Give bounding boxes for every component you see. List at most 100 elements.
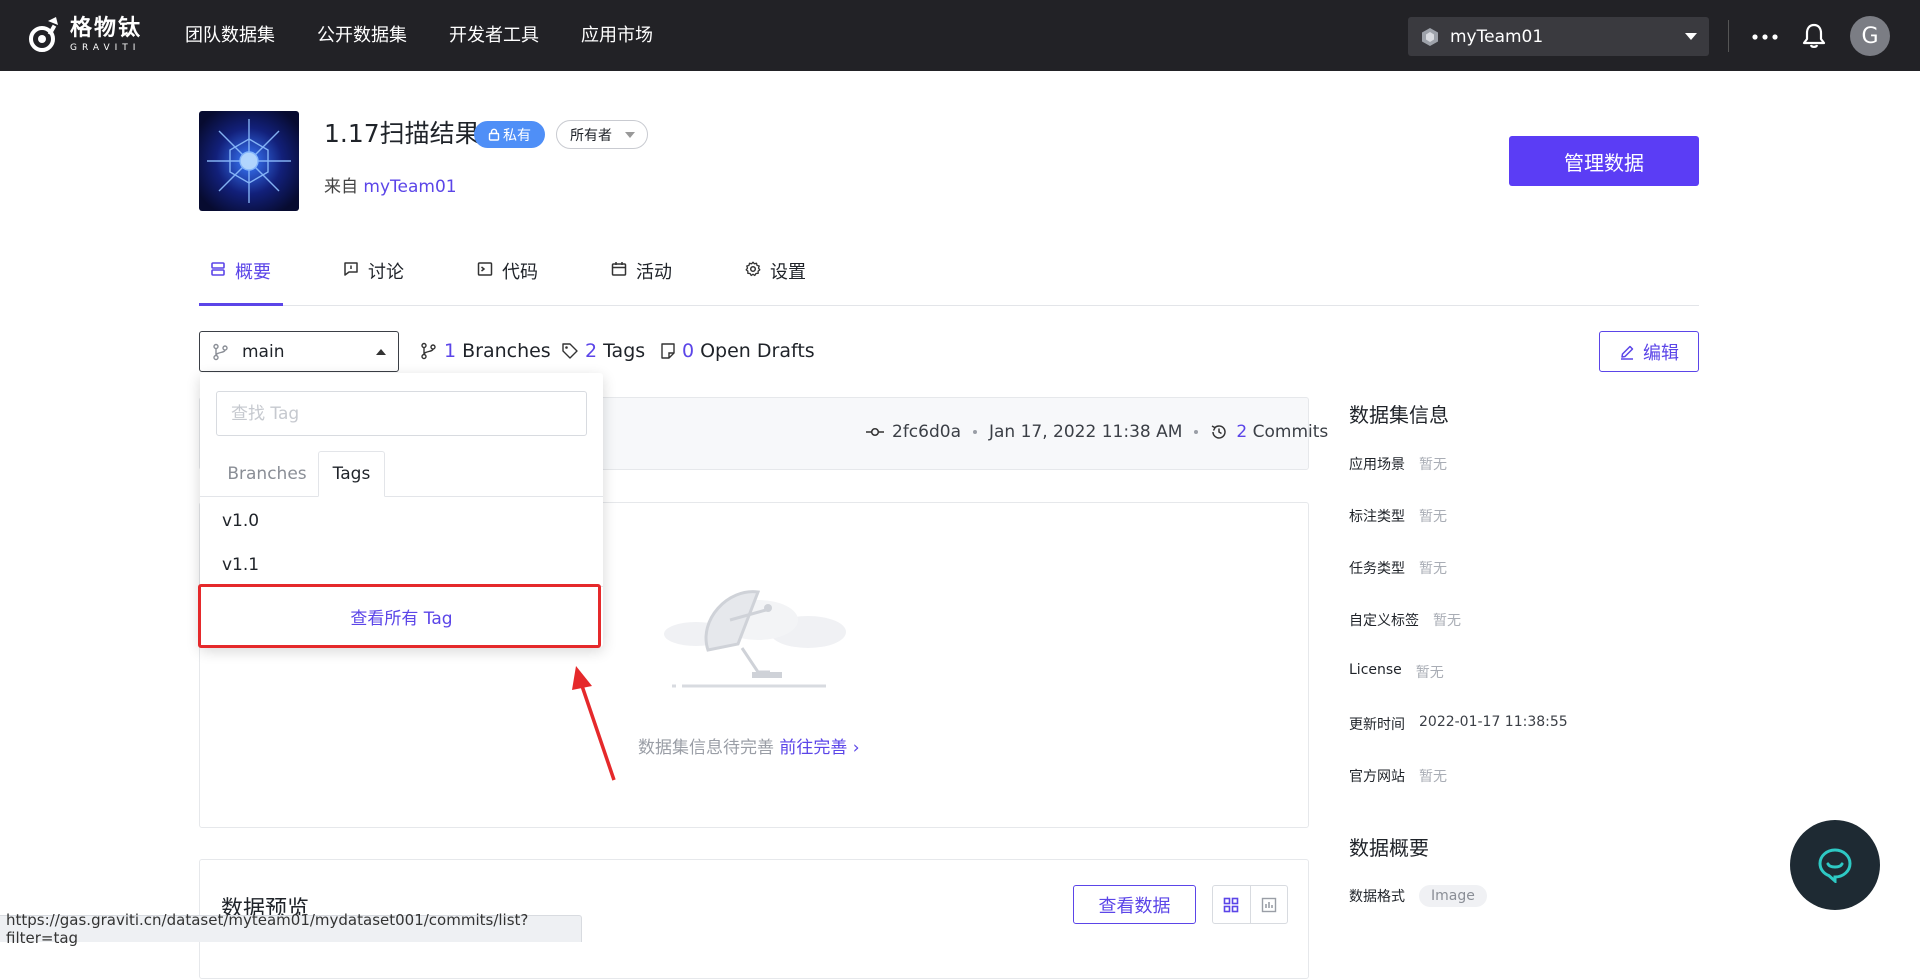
- dataset-info-title: 数据集信息: [1349, 403, 1449, 427]
- info-value: 暂无: [1419, 457, 1447, 473]
- team-selector[interactable]: myTeam01: [1408, 17, 1709, 56]
- dataset-title: 1.17扫描结果: [324, 119, 480, 148]
- avatar[interactable]: G: [1850, 16, 1890, 56]
- complete-info-link[interactable]: 前往完善 ›: [779, 738, 859, 758]
- tab-discussion[interactable]: 讨论: [343, 258, 404, 306]
- history-icon: [1212, 425, 1227, 439]
- annotation-arrow: [572, 666, 616, 781]
- info-row-task-type: 任务类型 暂无: [1349, 558, 1447, 578]
- commits-count: 2: [1236, 422, 1248, 442]
- info-value: 暂无: [1419, 561, 1447, 577]
- tab-activity[interactable]: 活动: [611, 258, 672, 306]
- info-key: 标注类型: [1349, 509, 1405, 525]
- info-row-annotation-type: 标注类型 暂无: [1349, 506, 1447, 526]
- team-selector-value: myTeam01: [1450, 26, 1544, 47]
- active-tab-indicator: [199, 303, 283, 306]
- privacy-badge-label: 私有: [503, 127, 531, 144]
- more-icon[interactable]: [1752, 34, 1778, 40]
- tab-settings[interactable]: 设置: [745, 258, 806, 306]
- owner-filter-label: 所有者: [570, 127, 612, 144]
- empty-state-text: 数据集信息待完善: [638, 738, 774, 758]
- chevron-down-icon: [625, 132, 635, 138]
- tab-code[interactable]: 代码: [477, 258, 538, 306]
- draft-icon: [661, 343, 675, 359]
- tabs-divider: [199, 305, 1699, 306]
- info-value: 暂无: [1419, 769, 1447, 785]
- commit-date: Jan 17, 2022 11:38 AM: [989, 422, 1183, 442]
- overview-icon: [211, 262, 225, 276]
- separator-dot: [1194, 430, 1199, 434]
- dataset-cover-image: [199, 111, 299, 211]
- tab-code-label: 代码: [502, 262, 538, 283]
- grid-view-button[interactable]: [1213, 886, 1250, 923]
- chat-support-button[interactable]: [1790, 820, 1880, 910]
- dataset-source: 来自 myTeam01: [324, 172, 457, 197]
- empty-state-message: 数据集信息待完善 前往完善 ›: [638, 733, 860, 758]
- dataset-source-team-link[interactable]: myTeam01: [363, 177, 456, 197]
- annotation-highlight-box: [198, 584, 601, 648]
- edit-button[interactable]: 编辑: [1599, 331, 1699, 372]
- branches-count: 1: [444, 340, 457, 362]
- tab-settings-label: 设置: [770, 262, 806, 283]
- tag-search-input[interactable]: [216, 391, 587, 436]
- info-row-updated-time: 更新时间 2022-01-17 11:38:55: [1349, 714, 1568, 734]
- grid-icon: [1224, 897, 1239, 912]
- info-row-website: 官方网站 暂无: [1349, 766, 1447, 786]
- dropdown-tab-branches[interactable]: Branches: [216, 451, 318, 497]
- nav-team-datasets[interactable]: 团队数据集: [185, 24, 275, 48]
- latest-commit-info: 2fc6d0a Jan 17, 2022 11:38 AM 2 Commits: [866, 422, 1328, 442]
- navbar-divider: [1728, 20, 1729, 52]
- bell-icon[interactable]: [1800, 22, 1828, 50]
- tag-item-v1-0[interactable]: v1.0: [222, 511, 259, 531]
- info-value: 暂无: [1419, 509, 1447, 525]
- branch-icon: [421, 342, 436, 360]
- nav-public-datasets[interactable]: 公开数据集: [317, 24, 407, 48]
- info-key: License: [1349, 662, 1402, 678]
- info-value: 暂无: [1433, 613, 1461, 629]
- drafts-label: Open Drafts: [700, 340, 815, 362]
- manage-data-button[interactable]: 管理数据: [1509, 136, 1699, 186]
- nav-developer-tools[interactable]: 开发者工具: [449, 24, 539, 48]
- info-row-license: License 暂无: [1349, 662, 1444, 682]
- info-key: 更新时间: [1349, 717, 1405, 733]
- info-key: 任务类型: [1349, 561, 1405, 577]
- info-key: 自定义标签: [1349, 613, 1419, 629]
- chart-view-button[interactable]: [1249, 886, 1287, 923]
- branches-link[interactable]: 1 Branches: [420, 340, 551, 362]
- brand-name-en: GRAVITI: [70, 43, 141, 53]
- graviti-logo[interactable]: 格物钛 GRAVITI: [28, 14, 168, 56]
- branch-selector[interactable]: main: [199, 331, 399, 372]
- browser-status-url: https://gas.graviti.cn/dataset/myteam01/…: [0, 911, 582, 947]
- open-drafts-link[interactable]: 0 Open Drafts: [660, 340, 815, 362]
- data-overview-title: 数据概要: [1349, 836, 1429, 860]
- view-data-button[interactable]: 查看数据: [1073, 885, 1196, 924]
- info-key: 数据格式: [1349, 889, 1405, 905]
- graviti-logo-icon: [29, 17, 58, 52]
- view-mode-toggle: [1212, 885, 1288, 924]
- tags-count: 2: [585, 340, 598, 362]
- commit-hash[interactable]: 2fc6d0a: [892, 422, 961, 442]
- commits-link[interactable]: 2 Commits: [1236, 422, 1328, 442]
- branch-icon: [213, 343, 228, 361]
- tab-discussion-label: 讨论: [368, 262, 404, 283]
- info-row-scenario: 应用场景 暂无: [1349, 454, 1447, 474]
- tab-overview[interactable]: 概要: [210, 258, 271, 306]
- dropdown-tab-tags[interactable]: Tags: [318, 451, 385, 497]
- tag-icon: [562, 343, 578, 359]
- satellite-dish-icon: [664, 590, 846, 688]
- info-value: 2022-01-17 11:38:55: [1419, 714, 1568, 730]
- chat-bubble-icon: [1818, 848, 1852, 883]
- tab-overview-label: 概要: [235, 262, 271, 283]
- chevron-down-icon: [1685, 33, 1697, 40]
- team-hexagon-icon: [1422, 27, 1438, 46]
- tag-item-v1-1[interactable]: v1.1: [222, 555, 259, 575]
- discussion-icon: [344, 262, 358, 276]
- branches-label: Branches: [462, 340, 551, 362]
- code-icon: [477, 262, 493, 276]
- tags-link[interactable]: 2 Tags: [561, 340, 645, 362]
- privacy-badge: 私有: [474, 121, 545, 148]
- info-value: 暂无: [1415, 665, 1444, 681]
- nav-app-market[interactable]: 应用市场: [581, 24, 653, 48]
- bar-chart-icon: [1261, 897, 1277, 912]
- owner-filter[interactable]: 所有者: [556, 120, 648, 149]
